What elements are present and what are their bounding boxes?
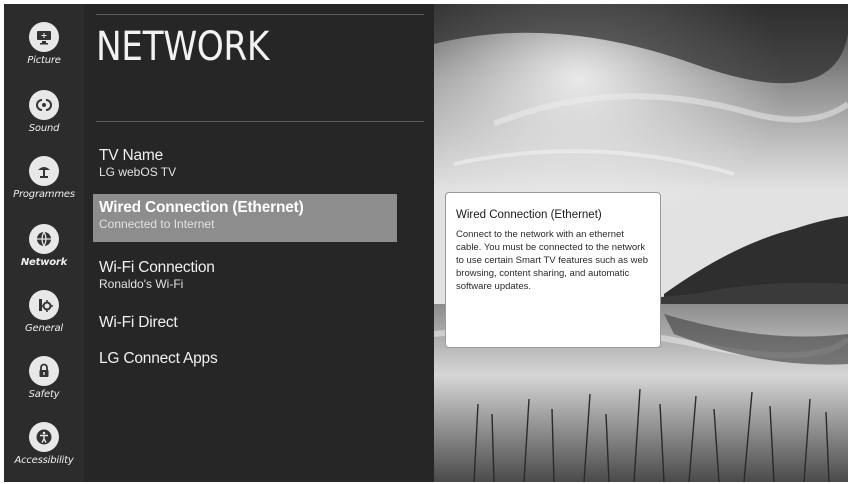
- divider: [96, 14, 424, 15]
- sidebar-item-label: Picture: [27, 55, 61, 66]
- sidebar-item-label: General: [24, 323, 63, 334]
- tv-settings-screen: Picture Sound Programmes Network General: [4, 4, 848, 482]
- sidebar-item-label: Network: [20, 257, 68, 268]
- tooltip-title: Wired Connection (Ethernet): [456, 209, 602, 221]
- network-icon: [29, 224, 59, 254]
- menu-item-subtitle: LG webOS TV: [99, 165, 177, 179]
- sidebar-item-sound[interactable]: Sound: [4, 90, 84, 154]
- menu-item-title: TV Name: [99, 147, 164, 164]
- sidebar-item-label: Safety: [28, 389, 60, 400]
- menu-item-title: Wi-Fi Direct: [99, 314, 178, 331]
- sidebar-item-label: Accessibility: [14, 455, 74, 466]
- help-tooltip: Wired Connection (Ethernet) Connect to t…: [445, 192, 661, 348]
- sidebar-item-picture[interactable]: Picture: [4, 22, 84, 86]
- sound-icon: [29, 90, 59, 120]
- menu-item-title: Wired Connection (Ethernet): [99, 199, 304, 216]
- menu-item-wired-connection[interactable]: Wired Connection (Ethernet) Connected to…: [93, 194, 397, 242]
- page-title: NETWORK: [96, 24, 270, 70]
- sidebar-item-label: Programmes: [13, 189, 75, 200]
- menu-item-lg-connect-apps[interactable]: LG Connect Apps: [93, 345, 397, 374]
- sidebar-item-safety[interactable]: Safety: [4, 356, 84, 420]
- sidebar-item-network[interactable]: Network: [4, 224, 84, 288]
- divider: [96, 121, 424, 122]
- sidebar-item-programmes[interactable]: Programmes: [4, 156, 84, 220]
- menu-item-title: Wi-Fi Connection: [99, 259, 215, 276]
- menu-item-tv-name[interactable]: TV Name LG webOS TV: [93, 142, 397, 186]
- programmes-icon: [29, 156, 59, 186]
- menu-item-subtitle: Connected to Internet: [99, 217, 215, 231]
- tooltip-body: Connect to the network with an ethernet …: [456, 229, 649, 292]
- general-icon: [29, 290, 59, 320]
- accessibility-icon: [29, 422, 59, 452]
- sidebar-item-label: Sound: [28, 123, 60, 134]
- picture-icon: [29, 22, 59, 52]
- lock-icon: [29, 356, 59, 386]
- menu-item-title: LG Connect Apps: [99, 350, 218, 367]
- menu-item-wifi-connection[interactable]: Wi-Fi Connection Ronaldo's Wi-Fi: [93, 254, 397, 298]
- network-menu-panel: NETWORK TV Name LG webOS TV Wired Connec…: [84, 4, 434, 482]
- settings-sidebar: Picture Sound Programmes Network General: [4, 4, 84, 482]
- sidebar-item-accessibility[interactable]: Accessibility: [4, 422, 84, 482]
- menu-item-subtitle: Ronaldo's Wi-Fi: [99, 277, 184, 291]
- sidebar-item-general[interactable]: General: [4, 290, 84, 354]
- menu-item-wifi-direct[interactable]: Wi-Fi Direct: [93, 309, 397, 338]
